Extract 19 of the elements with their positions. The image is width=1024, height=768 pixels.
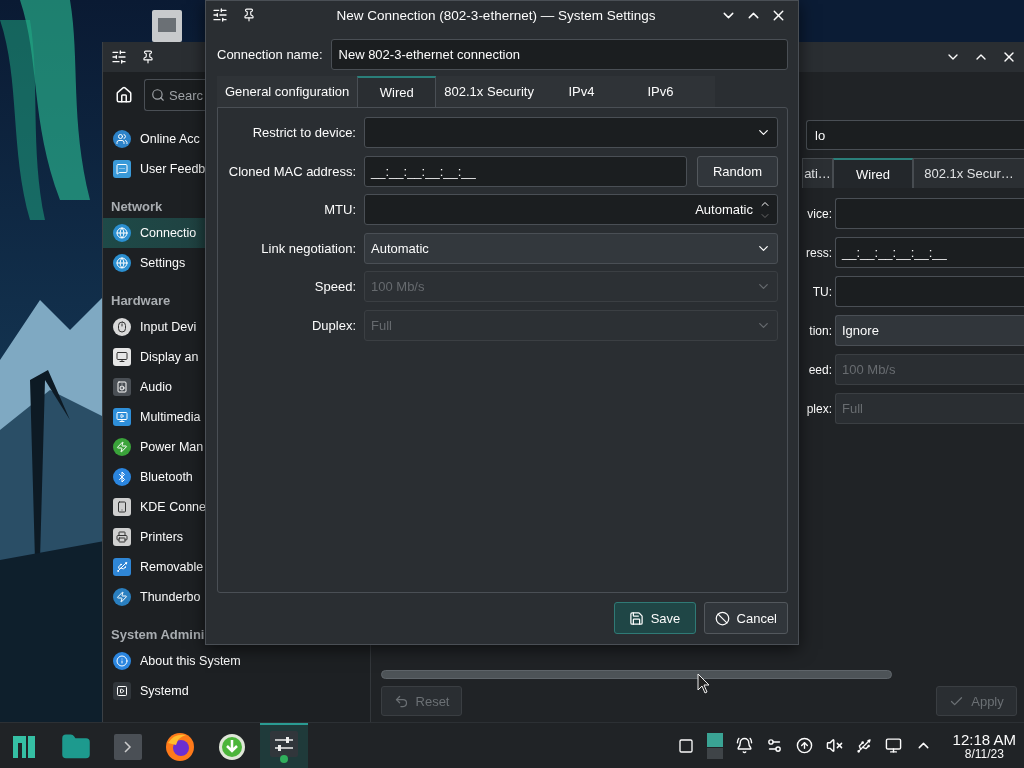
field-label: Cloned MAC address: xyxy=(227,163,356,179)
field-label: MTU: xyxy=(323,202,356,217)
field-label: Duplex: xyxy=(310,317,356,333)
field-label: ress: xyxy=(805,245,832,260)
clock-time: 12:18 AM xyxy=(952,730,1016,748)
section-header: Hardware xyxy=(111,292,171,310)
section-header: System Admini xyxy=(111,626,205,644)
clock-date: 8/11/23 xyxy=(964,747,1004,761)
field-label: plex: xyxy=(805,401,832,416)
field-label: Link negotiation: xyxy=(260,240,356,256)
field-label: vice: xyxy=(806,206,832,221)
section-header: Network xyxy=(111,198,163,216)
field-label: Speed: xyxy=(313,279,356,294)
field-label: Connection name: xyxy=(217,47,323,62)
field-label: TU: xyxy=(811,284,832,299)
field-label: tion: xyxy=(808,323,832,338)
field-label: eed: xyxy=(807,362,832,377)
field-label: Restrict to device: xyxy=(251,125,356,140)
window-title: New Connection (802-3-ethernet) — System Settings xyxy=(335,7,657,23)
